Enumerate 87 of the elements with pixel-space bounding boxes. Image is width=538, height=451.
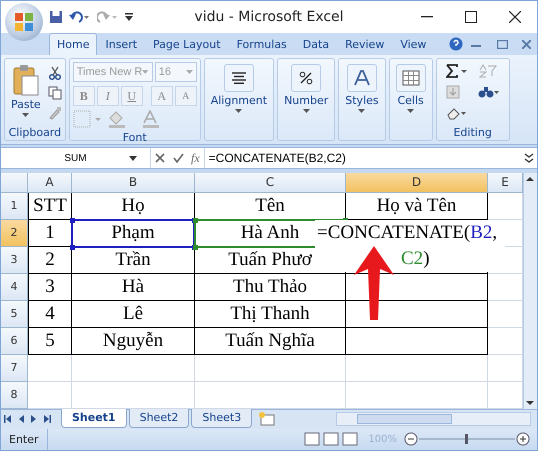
table-cell: 5: [28, 328, 72, 355]
ribbon-button[interactable]: Alignment: [208, 62, 270, 138]
caret-icon: [358, 109, 366, 114]
row-header[interactable]: 6: [1, 328, 28, 355]
undo-icon[interactable]: [69, 10, 91, 24]
office-logo-icon: [14, 12, 34, 32]
binoculars-icon[interactable]: [478, 85, 500, 100]
new-sheet-icon[interactable]: [258, 410, 276, 427]
column-header[interactable]: D: [346, 172, 488, 193]
paste-button[interactable]: Paste: [8, 62, 44, 124]
row-header[interactable]: 1: [1, 192, 28, 220]
ribbon-tab[interactable]: Data: [294, 33, 338, 56]
row-header[interactable]: 8: [1, 382, 28, 409]
row-header[interactable]: 4: [1, 274, 28, 301]
ribbon-tab[interactable]: View: [392, 33, 434, 56]
window-title: vidu - Microsoft Excel: [193, 9, 345, 25]
row-header[interactable]: 5: [1, 300, 28, 328]
sheet-tab[interactable]: Sheet1: [61, 408, 127, 428]
zoom-level: 100%: [368, 434, 397, 445]
row-header[interactable]: 2: [1, 220, 28, 247]
insert-function-button[interactable]: fx: [187, 150, 204, 166]
check-icon[interactable]: [173, 153, 184, 164]
clipboard-icon: [12, 64, 39, 96]
row-header[interactable]: 7: [1, 354, 28, 382]
group-label: Clipboard: [8, 126, 62, 140]
table-cell: [28, 354, 72, 382]
table-cell: Nguyễn: [72, 328, 195, 355]
close-icon[interactable]: [522, 40, 531, 50]
sheet-tab[interactable]: Sheet2: [128, 408, 190, 428]
vertical-scrollbar[interactable]: [523, 172, 537, 409]
sheet-nav-icon: [4, 415, 12, 424]
office-button[interactable]: [5, 3, 43, 41]
ribbon-tab[interactable]: Page Layout: [145, 33, 229, 56]
table-cell: Thu Thảo: [195, 274, 346, 301]
customize-icon[interactable]: [125, 12, 133, 22]
caret-icon: [22, 113, 30, 118]
column-header[interactable]: C: [195, 172, 346, 193]
table-cell: 3: [28, 274, 72, 301]
expand-icon[interactable]: [523, 152, 535, 164]
percent-icon: [299, 71, 314, 86]
sheet-nav-icon: [42, 415, 50, 424]
row-header[interactable]: 3: [1, 246, 28, 274]
ribbon-button[interactable]: Cells: [392, 62, 429, 138]
maximize-icon: [465, 11, 477, 23]
column-header[interactable]: B: [72, 172, 195, 193]
view-buttons-icon[interactable]: [304, 432, 358, 446]
close-icon: [509, 11, 521, 23]
help-icon[interactable]: [449, 37, 463, 52]
zoom-slider-icon[interactable]: [403, 431, 531, 448]
caret-icon[interactable]: [129, 156, 137, 161]
copy-icon[interactable]: [48, 86, 62, 100]
caret-icon: [235, 109, 242, 114]
column-header[interactable]: E: [488, 172, 523, 193]
sheet-tab[interactable]: Sheet3: [191, 408, 252, 428]
table-cell: Thị Thanh: [195, 300, 346, 328]
eraser-icon[interactable]: [446, 106, 468, 120]
restore-icon[interactable]: [497, 40, 508, 50]
ribbon-tab[interactable]: Review: [337, 33, 392, 56]
caret-icon: [302, 109, 310, 114]
ribbon-tab[interactable]: Formulas: [228, 33, 295, 56]
ribbon-tab[interactable]: Home: [49, 33, 98, 56]
cell-edit-text[interactable]: =CONCATENATE(B2, C2): [315, 220, 505, 272]
scissors-icon[interactable]: [48, 66, 62, 80]
ribbon-tab[interactable]: Insert: [97, 33, 146, 56]
table-cell: 4: [28, 300, 72, 328]
formula-field[interactable]: =CONCATENATE(B2,C2): [204, 148, 521, 168]
align-center-icon: [230, 72, 247, 84]
caret-icon: [142, 70, 149, 74]
table-cell: Tuấn Nghĩa: [195, 328, 346, 355]
ribbon-button[interactable]: Number: [281, 62, 332, 138]
horizontal-scrollbar[interactable]: [336, 412, 531, 426]
caret-icon: [407, 109, 414, 114]
column-header[interactable]: A: [28, 172, 72, 193]
ribbon-button[interactable]: Styles: [342, 62, 382, 138]
group-label: Font: [122, 131, 148, 146]
group-label: Editing: [452, 126, 493, 140]
table-cell: Hà: [72, 274, 195, 301]
styled-letter-icon: [352, 69, 371, 88]
table-grid-icon: [402, 70, 420, 86]
save-icon[interactable]: [49, 10, 63, 24]
table-cell: STT: [28, 192, 72, 220]
minimize-icon: [421, 16, 433, 18]
caret-icon: [186, 70, 193, 74]
cancel-icon[interactable]: [155, 153, 165, 164]
status-mode: Enter: [1, 428, 48, 450]
table-cell: Lê: [72, 300, 195, 328]
sum-icon[interactable]: [446, 64, 468, 78]
